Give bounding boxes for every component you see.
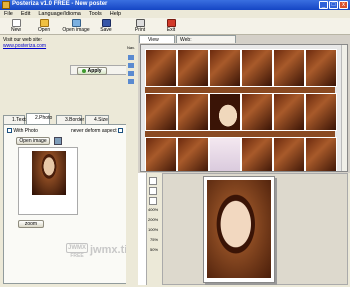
tab-size[interactable]: 4.Size bbox=[85, 115, 109, 124]
website-link[interactable]: www.posteriza.com bbox=[3, 43, 46, 49]
minimize-button[interactable]: _ bbox=[319, 1, 328, 9]
poster-tile bbox=[209, 93, 241, 131]
title-bar: Posteriza v1.0 FREE - New poster _ □ x bbox=[0, 0, 350, 10]
close-button[interactable]: x bbox=[339, 1, 348, 9]
page-preview-canvas bbox=[162, 173, 348, 285]
menu-help[interactable]: Help bbox=[106, 10, 125, 18]
poster-grid-view bbox=[140, 44, 348, 172]
nav-strip: Nav. bbox=[126, 35, 138, 287]
zoom-100[interactable]: 100% bbox=[148, 227, 158, 232]
menu-tools[interactable]: Tools bbox=[85, 10, 106, 18]
menu-file[interactable]: File bbox=[0, 10, 17, 18]
printer-icon bbox=[135, 19, 145, 27]
page-preview bbox=[203, 176, 275, 283]
poster-tile bbox=[145, 93, 177, 131]
tab-border[interactable]: 3.Border bbox=[56, 115, 84, 124]
preview-photo bbox=[207, 180, 271, 278]
menu-edit[interactable]: Edit bbox=[17, 10, 34, 18]
exit-icon bbox=[166, 19, 176, 27]
zoom-out-icon[interactable] bbox=[149, 187, 157, 195]
right-panel: Nav. View Poster Web: www.posteriza.com bbox=[126, 35, 350, 287]
photo-preview bbox=[18, 147, 78, 215]
poster-tile bbox=[209, 49, 241, 87]
apply-area: Apply bbox=[70, 65, 134, 75]
with-photo-checkbox[interactable]: With Photo bbox=[7, 128, 38, 134]
arrow-up-icon[interactable] bbox=[128, 55, 134, 60]
zoom-button[interactable]: zoom bbox=[18, 220, 44, 228]
photo-settings-icon[interactable] bbox=[54, 137, 62, 145]
arrow-left-icon[interactable] bbox=[128, 63, 134, 68]
new-file-icon bbox=[11, 19, 21, 27]
zoom-panel: 400% 200% 100% 75% 50% bbox=[148, 175, 160, 287]
save-button[interactable]: Save bbox=[93, 19, 119, 34]
check-icon bbox=[82, 68, 87, 73]
tab-web[interactable]: Web: www.posteriza.com bbox=[176, 35, 236, 51]
open-button[interactable]: Open bbox=[31, 19, 57, 34]
tab-texts[interactable]: 1.Texts bbox=[3, 115, 28, 124]
image-icon bbox=[71, 19, 81, 27]
exit-button[interactable]: Exit bbox=[158, 19, 184, 34]
toolbar: New Open Open image Save Print Exit bbox=[0, 18, 350, 35]
window-title: Posteriza v1.0 FREE - New poster bbox=[12, 1, 108, 7]
poster-tile bbox=[305, 49, 337, 87]
floppy-disk-icon bbox=[101, 19, 111, 27]
menu-bar: File Edit Language/Idioma Tools Help bbox=[0, 10, 350, 18]
tab-view-poster[interactable]: View Poster bbox=[139, 35, 175, 51]
new-button[interactable]: New bbox=[3, 19, 29, 34]
apply-button[interactable]: Apply bbox=[77, 67, 107, 75]
poster-tile bbox=[177, 93, 209, 131]
photo-thumbnail bbox=[32, 151, 66, 195]
zoom-400[interactable]: 400% bbox=[148, 207, 158, 212]
poster-image bbox=[145, 49, 337, 171]
poster-tile bbox=[305, 137, 337, 171]
poster-tile bbox=[273, 49, 305, 87]
poster-tile bbox=[145, 49, 177, 87]
folder-icon bbox=[39, 19, 49, 27]
poster-tile bbox=[273, 93, 305, 131]
menu-language[interactable]: Language/Idioma bbox=[34, 10, 85, 18]
app-icon bbox=[2, 1, 10, 9]
zoom-75[interactable]: 75% bbox=[150, 237, 158, 242]
vertical-scrollbar[interactable] bbox=[341, 45, 347, 171]
poster-tile bbox=[273, 137, 305, 171]
open-image-button[interactable]: Open image bbox=[60, 19, 92, 34]
vertical-ruler bbox=[138, 173, 147, 285]
poster-tile bbox=[145, 137, 177, 171]
preview-area: 400% 200% 100% 75% 50% bbox=[138, 173, 350, 287]
zoom-in-icon[interactable] bbox=[149, 177, 157, 185]
left-panel: Visit our web site: www.posteriza.com Ap… bbox=[0, 35, 179, 287]
watermark-logo: JWMX FREE bbox=[66, 243, 88, 259]
tab-photo[interactable]: 2.Photo bbox=[26, 113, 52, 124]
poster-tile bbox=[241, 137, 273, 171]
zoom-200[interactable]: 200% bbox=[148, 217, 158, 222]
poster-tile bbox=[177, 49, 209, 87]
poster-tile bbox=[241, 93, 273, 131]
never-deform-checkbox[interactable]: never deform aspect bbox=[71, 128, 123, 134]
fit-icon[interactable] bbox=[149, 197, 157, 205]
maximize-button[interactable]: □ bbox=[329, 1, 338, 9]
poster-tile bbox=[241, 49, 273, 87]
print-button[interactable]: Print bbox=[127, 19, 153, 34]
poster-tile bbox=[209, 137, 241, 171]
arrow-down-icon[interactable] bbox=[128, 79, 134, 84]
poster-tile bbox=[177, 137, 209, 171]
poster-tile bbox=[305, 93, 337, 131]
zoom-50[interactable]: 50% bbox=[150, 247, 158, 252]
arrow-right-icon[interactable] bbox=[128, 71, 134, 76]
open-image-button-left[interactable]: Open image bbox=[16, 137, 50, 145]
